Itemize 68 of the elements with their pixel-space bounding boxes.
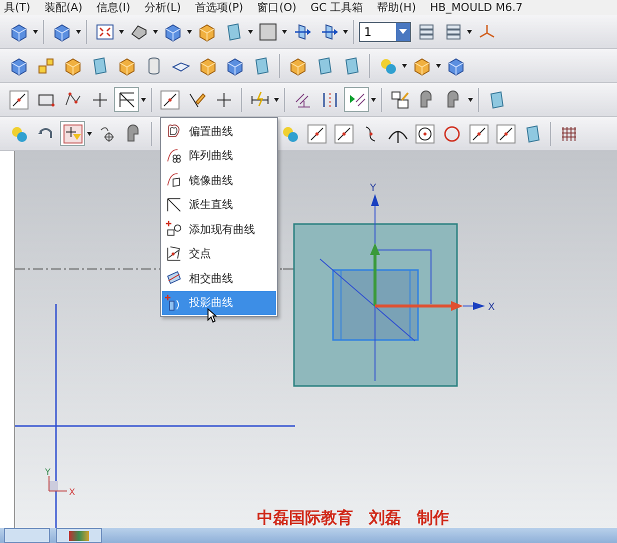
x-axis (462, 302, 485, 310)
menu-item[interactable]: 相交曲线 (162, 266, 276, 290)
axis-label: Y (370, 183, 376, 194)
add-curve-icon (165, 220, 183, 238)
cube-icon (224, 56, 244, 76)
dropdown-caret-icon[interactable] (87, 132, 92, 136)
dropdown-caret-icon[interactable] (141, 98, 146, 102)
intersection-point-icon (165, 244, 183, 263)
dropdown-caret-icon[interactable] (33, 30, 38, 34)
dropdown-caret-icon[interactable] (343, 30, 348, 34)
derived-line-icon (165, 196, 183, 214)
y-direction-arrow (370, 243, 380, 306)
dropdown-arrow-icon (399, 29, 407, 34)
block-icon (198, 56, 218, 76)
circle-points-icon (442, 124, 462, 144)
menu-item[interactable]: 添加现有曲线 (162, 217, 276, 242)
menu-item[interactable]: 派生直线 (162, 192, 276, 217)
dropdown-caret-icon[interactable] (402, 64, 407, 68)
cube-icon (8, 56, 28, 76)
block-icon (62, 56, 82, 76)
menu-item[interactable]: 镜像曲线 (162, 168, 276, 192)
dropdown-caret-icon[interactable] (436, 64, 441, 68)
derived-line-icon (116, 90, 136, 110)
dropdown-caret-icon[interactable] (467, 30, 472, 34)
menu-item[interactable]: 具(T) (4, 0, 30, 15)
toolbar-button[interactable] (114, 87, 139, 112)
menu-item[interactable]: GC 工具箱 (310, 0, 364, 15)
coordinate-triad: Y X (45, 468, 76, 498)
menu-item[interactable]: 装配(A) (44, 0, 82, 15)
block-icon (412, 56, 432, 76)
rectangles-pencil-icon (390, 90, 410, 110)
cube-icon (162, 22, 182, 42)
axis-label: X (488, 302, 495, 313)
dropdown-caret-icon[interactable] (119, 30, 124, 34)
layer-dropdown[interactable]: 1 (359, 22, 411, 42)
block-icon (288, 56, 308, 76)
menu-item[interactable]: 首选项(P) (194, 0, 244, 15)
block-icon (116, 56, 136, 76)
taskbar-window-button[interactable] (56, 528, 102, 543)
toolbar-button[interactable] (60, 121, 85, 146)
dropdown-caret-icon[interactable] (468, 98, 473, 102)
dropdown-caret-icon[interactable] (153, 30, 158, 34)
dropdown-caret-icon[interactable] (76, 30, 81, 34)
block-icon (196, 22, 216, 42)
cube-icon (446, 56, 466, 76)
dropdown-caret-icon[interactable] (282, 30, 287, 34)
cube-icon (52, 22, 72, 42)
curve-circles-icon (165, 146, 183, 165)
mirror-curve-icon (165, 171, 183, 190)
menu-item[interactable]: 交点 (162, 242, 276, 266)
menu-item[interactable]: 窗口(O) (257, 0, 296, 15)
frame-arrows-icon (94, 22, 114, 42)
dropdown-caret-icon[interactable] (187, 30, 192, 34)
menu-item[interactable]: 分析(L) (144, 0, 181, 15)
window-thumbnail (69, 530, 89, 540)
menu-item[interactable]: 偏置曲线 (162, 119, 276, 144)
menu-item[interactable]: HB_MOULD M6.7 (430, 0, 523, 15)
scale-squares-icon (36, 56, 56, 76)
dropdown-caret-icon[interactable] (274, 98, 279, 102)
caption: 中磊国际教育 刘磊 制作 (257, 508, 449, 527)
menu-item[interactable]: 阵列曲线 (162, 144, 276, 168)
menu-item[interactable]: 信息(I) (96, 0, 130, 15)
dropdown-caret-icon[interactable] (371, 98, 376, 102)
menu-item[interactable]: 帮助(H) (377, 0, 416, 15)
square-icon (258, 22, 278, 42)
cube-icon (8, 22, 28, 42)
dropdown-caret-icon[interactable] (248, 30, 253, 34)
crosshair-funnel-icon (62, 124, 82, 144)
